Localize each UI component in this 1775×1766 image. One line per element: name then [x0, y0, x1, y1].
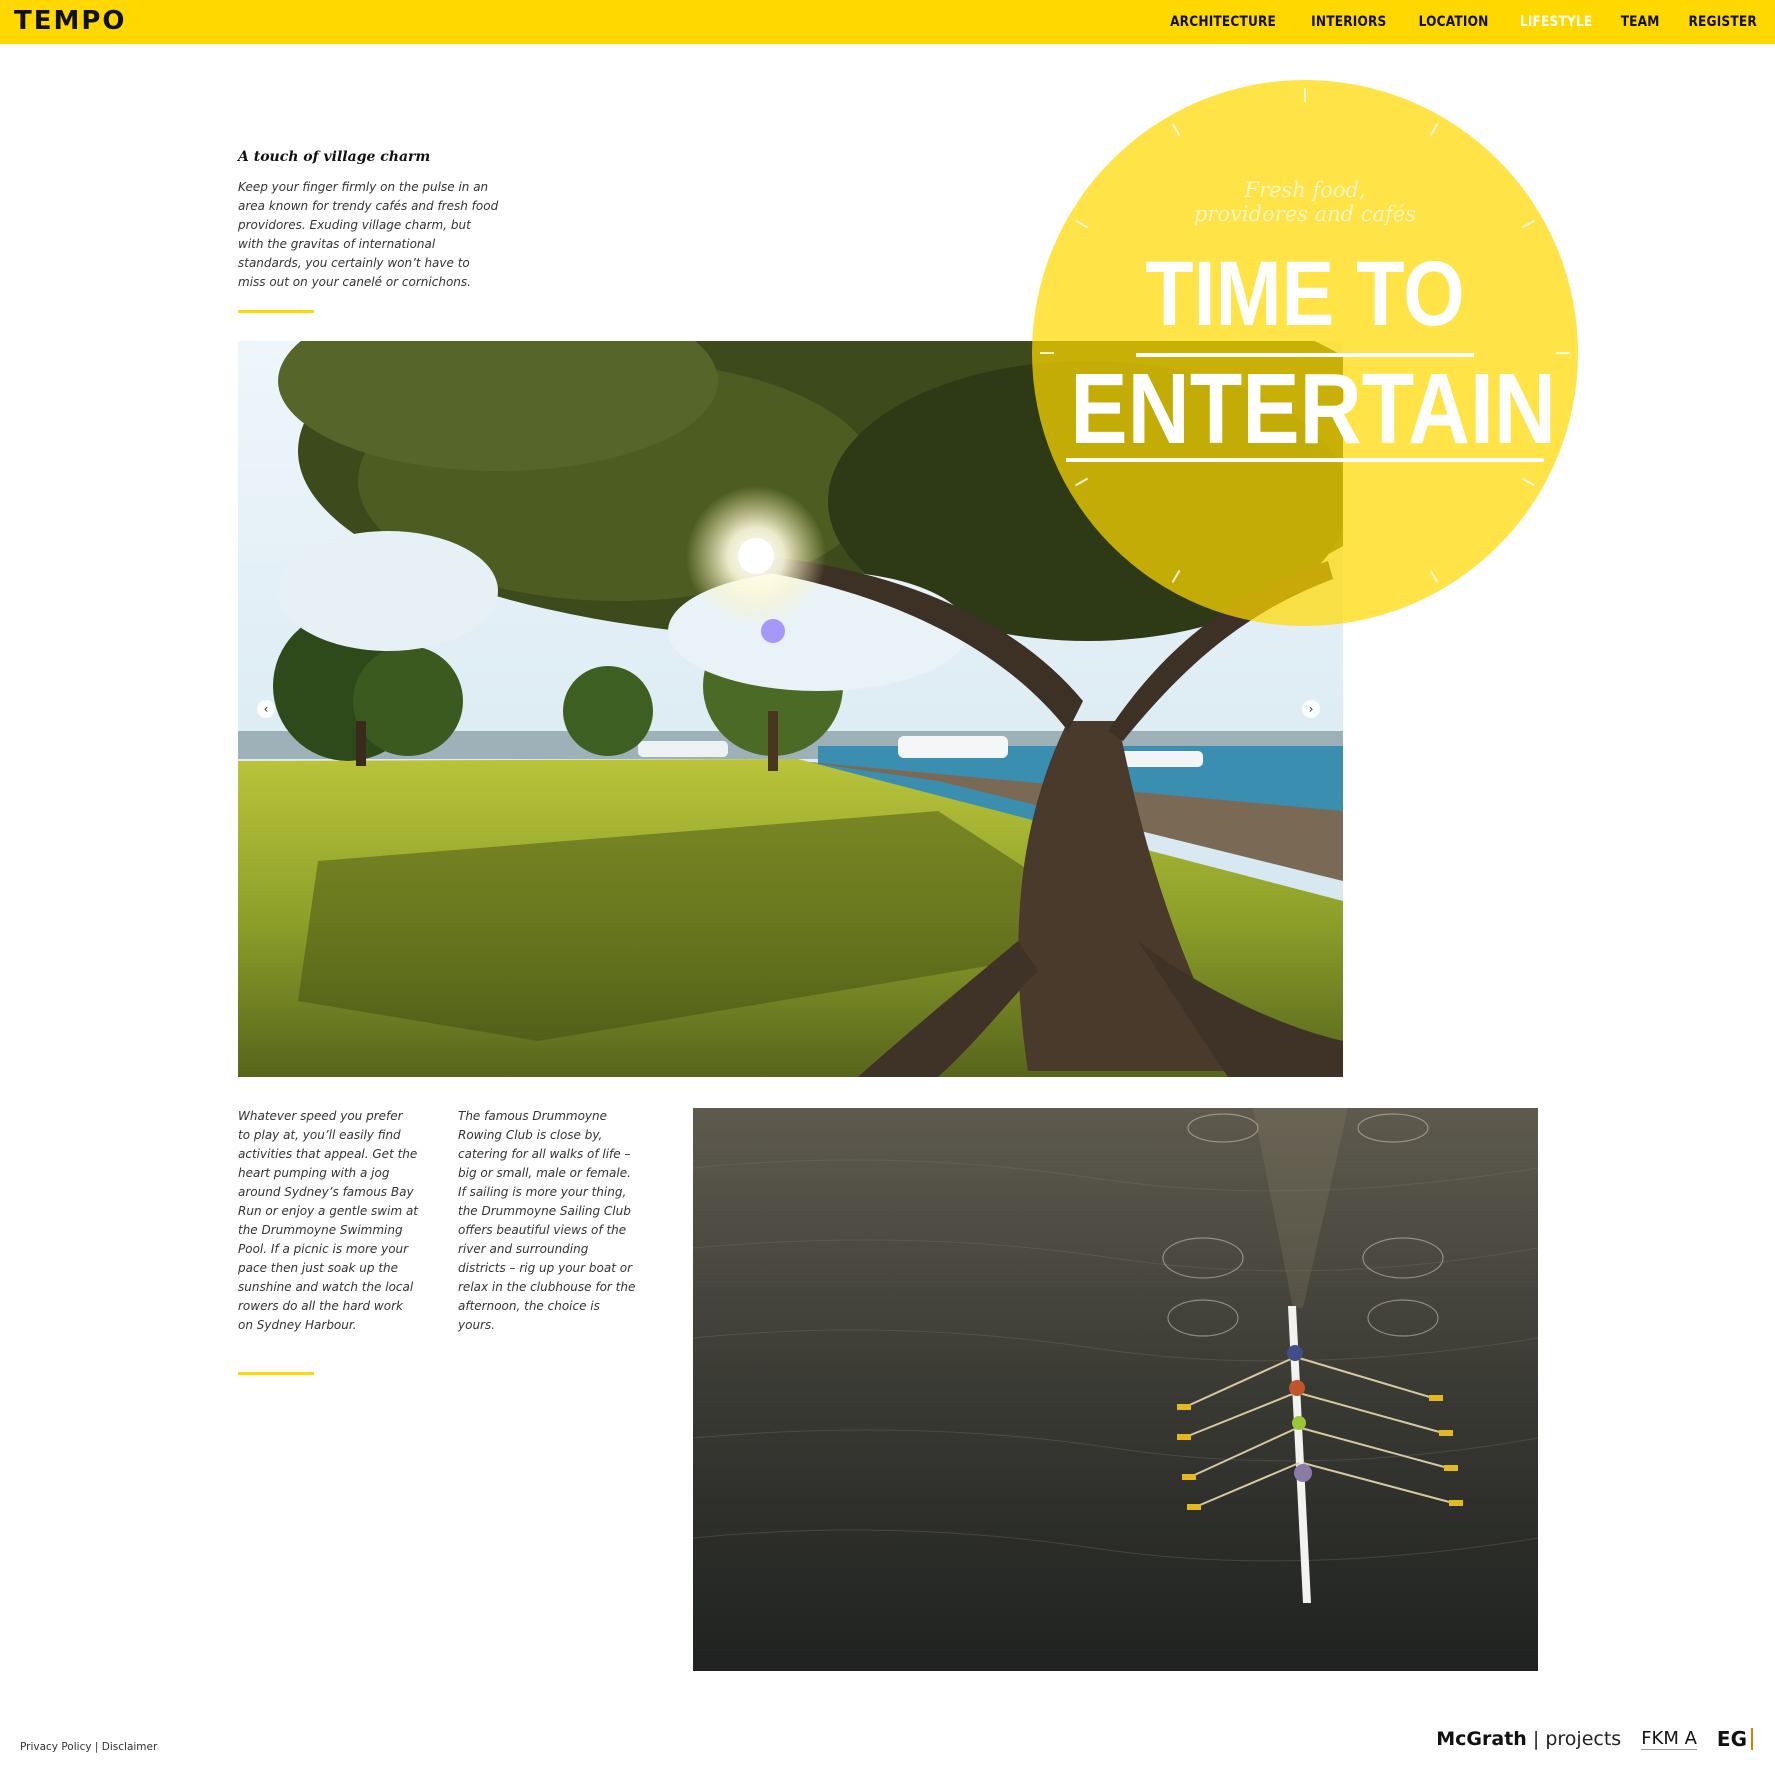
footer-separator: | — [94, 1741, 99, 1753]
intro-heading: A touch of village charm — [238, 149, 431, 165]
feature-circle: Fresh food, providores and cafés TIME TO… — [1032, 80, 1578, 626]
mcgrath-separator: | — [1532, 1728, 1540, 1750]
footer-links: Privacy Policy | Disclaimer — [20, 1741, 157, 1753]
headline-line-1: TIME TO — [1145, 243, 1465, 345]
rowing-photo — [693, 1108, 1538, 1671]
headline-line-2: ENTERTAIN — [1070, 353, 1556, 465]
mcgrath-projects-logo[interactable]: McGrath | projects — [1436, 1728, 1621, 1750]
chevron-left-icon: ‹ — [263, 702, 269, 716]
tempo-logo[interactable]: TEMPO — [14, 6, 127, 36]
nav-interiors[interactable]: INTERIORS — [1312, 14, 1387, 30]
mcgrath-suffix: projects — [1545, 1728, 1622, 1750]
nav-architecture[interactable]: ARCHITECTURE — [1170, 14, 1276, 30]
intro-divider — [238, 310, 314, 313]
eg-logo[interactable]: EG — [1717, 1728, 1753, 1750]
slider-next-button[interactable]: › — [1302, 700, 1320, 718]
clubs-paragraph: The famous Drummoyne Rowing Club is clos… — [458, 1109, 636, 1332]
nav-register[interactable]: REGISTER — [1688, 14, 1756, 30]
activities-paragraph: Whatever speed you prefer to play at, yo… — [238, 1109, 419, 1332]
partner-logos: McGrath | projects FKM A EG — [1436, 1728, 1753, 1750]
disclaimer-link[interactable]: Disclaimer — [102, 1741, 158, 1753]
mcgrath-brand: McGrath — [1436, 1728, 1527, 1750]
main-nav: ARCHITECTURE INTERIORS LOCATION LIFESTYL… — [1160, 0, 1763, 44]
top-bar: TEMPO ARCHITECTURE INTERIORS LOCATION LI… — [0, 0, 1775, 44]
rowers-aerial-photo — [693, 1108, 1538, 1671]
nav-location[interactable]: LOCATION — [1419, 14, 1489, 30]
slider-prev-button[interactable]: ‹ — [257, 700, 275, 718]
feature-tagline: Fresh food, providores and cafés — [1032, 178, 1578, 226]
chevron-right-icon: › — [1308, 702, 1314, 716]
nav-team[interactable]: TEAM — [1621, 14, 1660, 30]
fkm-logo[interactable]: FKM A — [1641, 1729, 1697, 1750]
nav-lifestyle[interactable]: LIFESTYLE — [1520, 14, 1592, 30]
intro-paragraph: Keep your finger firmly on the pulse in … — [238, 180, 499, 289]
tagline-line-2: providores and cafés — [1193, 202, 1417, 226]
columns-divider — [238, 1372, 314, 1375]
tagline-line-1: Fresh food, — [1244, 178, 1366, 202]
headline-underline-2 — [1066, 458, 1544, 462]
privacy-policy-link[interactable]: Privacy Policy — [20, 1741, 92, 1753]
